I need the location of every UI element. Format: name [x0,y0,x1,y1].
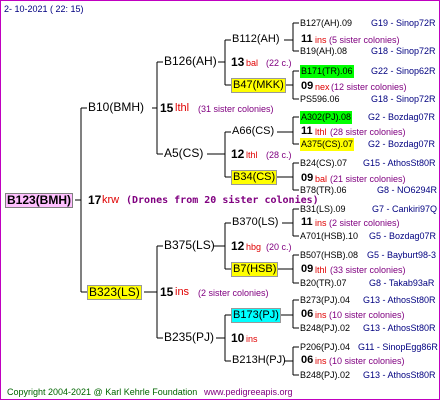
gp-sister-colonies: (20 c.) [266,242,292,252]
ggp-sister-colonies: (2 sister colonies) [329,218,400,228]
drone-sister-colonies: (2 sister colonies) [198,288,269,298]
website-link[interactable]: www.pedigreeapis.org [204,386,293,399]
gggp-queen-label[interactable]: B248(PJ).02 [300,369,350,382]
gggp-origin: G2 - Bozdag07R [368,139,436,149]
ggp-queen-label[interactable]: B7(HSB) [231,262,279,277]
gggp-origin: G18 - Sinop72R [371,46,436,56]
gggp-queen-label[interactable]: P206(PJ).04 [300,341,350,354]
ggp-queen-label[interactable]: A66(CS) [232,125,274,138]
gggp-queen-label[interactable]: B273(PJ).04 [300,294,350,307]
ggp-queen-label[interactable]: B34(CS) [231,170,278,185]
gggp-queen-label[interactable]: B127(AH).09 [300,17,352,30]
gggp-origin: G8 - NO6294R [377,185,438,195]
ggp-queen-label[interactable]: B370(LS) [232,216,278,229]
gggp-queen-label[interactable]: B507(HSB).08 [300,249,358,262]
gggp-queen-label[interactable]: B20(TR).07 [300,277,347,290]
gp-colony: bal [246,58,259,68]
gggp-queen-label[interactable]: B24(CS).07 [300,157,347,170]
gggp-queen-label[interactable]: B31(LS).09 [300,203,346,216]
ggp-colony: lthl [315,265,327,275]
gggp-queen-label[interactable]: A302(PJ).08 [300,111,353,124]
gggp-origin: G5 - Bayburt98-3 [367,250,437,260]
root-queen-label[interactable]: B123(BMH) [5,193,74,208]
ggp-num: 09 [301,263,314,275]
gp-colony: hbg [246,242,262,252]
gggp-queen-label[interactable]: PS596.06 [300,93,340,106]
drone-queen-label[interactable]: B323(LS) [87,285,142,300]
ggp-sister-colonies: (10 sister colonies) [329,356,405,366]
ggp-colony: ins [315,356,327,366]
parent-sister-colonies: (31 sister colonies) [198,104,274,114]
copyright-text: Copyright 2004-2021 @ Karl Kehrle Founda… [7,387,198,397]
generated-date: 2- 10-2021 ( 22: 15) [4,4,84,14]
ggp-num: 06 [301,308,314,320]
gp-colony: ins [246,334,258,344]
gggp-origin: G5 - Bozdag07R [369,231,437,241]
parent-num: 15 [160,101,174,115]
gp-sister-colonies: (28 c.) [266,150,292,160]
ggp-sister-colonies: (10 sister colonies) [329,310,405,320]
ggp-queen-label[interactable]: B213H(PJ) [232,354,286,367]
gp-num: 12 [231,147,245,161]
gp-num: 13 [231,55,245,69]
gp-queen-label[interactable]: B235(PJ) [164,331,214,344]
gggp-queen-label[interactable]: B19(AH).08 [300,45,347,58]
gggp-origin: G13 - AthosSt80R [363,295,436,305]
gp-queen-label[interactable]: A5(CS) [164,147,203,160]
gggp-origin: G19 - Sinop72R [371,18,436,28]
gggp-origin: G15 - AthosSt80R [363,158,436,168]
drone-colony: ins [175,286,190,298]
ggp-num: 09 [301,80,314,92]
gp-queen-label[interactable]: B375(LS) [164,239,215,252]
ggp-num: 11 [301,216,313,228]
gggp-origin: G2 - Bozdag07R [368,112,436,122]
gggp-queen-label[interactable]: B171(TR).06 [300,65,354,78]
gggp-origin: G22 - Sinop62R [371,66,436,76]
ggp-colony: ins [315,310,327,320]
gggp-origin: G18 - Sinop72R [371,94,436,104]
gggp-origin: G13 - AthosSt80R [363,370,436,380]
root-colony: krw [102,194,120,206]
gggp-origin: G13 - AthosSt80R [363,323,436,333]
pedigree-frame: 2- 10-2021 ( 22: 15) B123(BMH) 17 krw (D… [0,0,440,400]
gggp-queen-label[interactable]: A701(HSB).10 [300,230,358,243]
ggp-queen-label[interactable]: B173(PJ) [231,308,281,323]
parent-queen-label[interactable]: B10(BMH) [88,101,144,114]
ggp-num: 06 [301,354,314,366]
ggp-queen-label[interactable]: B47(MKK) [231,78,286,93]
gggp-origin: G11 - SinopEgg86R [358,342,438,352]
ggp-num: 11 [301,125,313,137]
drone-num: 15 [160,285,174,299]
gggp-queen-label[interactable]: A375(CS).07 [300,138,355,151]
root-drone-count: 17 [88,193,102,207]
root-drone-note: (Drones from 20 sister colonies) [126,195,319,206]
ggp-sister-colonies: (33 sister colonies) [330,265,406,275]
gggp-queen-label[interactable]: B78(TR).06 [300,184,347,197]
ggp-queen-label[interactable]: B112(AH) [232,33,279,46]
gp-num: 12 [231,239,245,253]
parent-colony: lthl [175,102,190,114]
gp-queen-label[interactable]: B126(AH) [164,55,217,68]
gggp-queen-label[interactable]: B248(PJ).02 [300,322,350,335]
gp-num: 10 [231,331,245,345]
gggp-origin: G7 - Cankiri97Q [372,204,438,214]
gggp-origin: G8 - Takab93aR [369,278,435,288]
gp-sister-colonies: (22 c.) [266,58,292,68]
gp-colony: lthl [246,150,258,160]
ggp-colony: ins [315,218,327,228]
